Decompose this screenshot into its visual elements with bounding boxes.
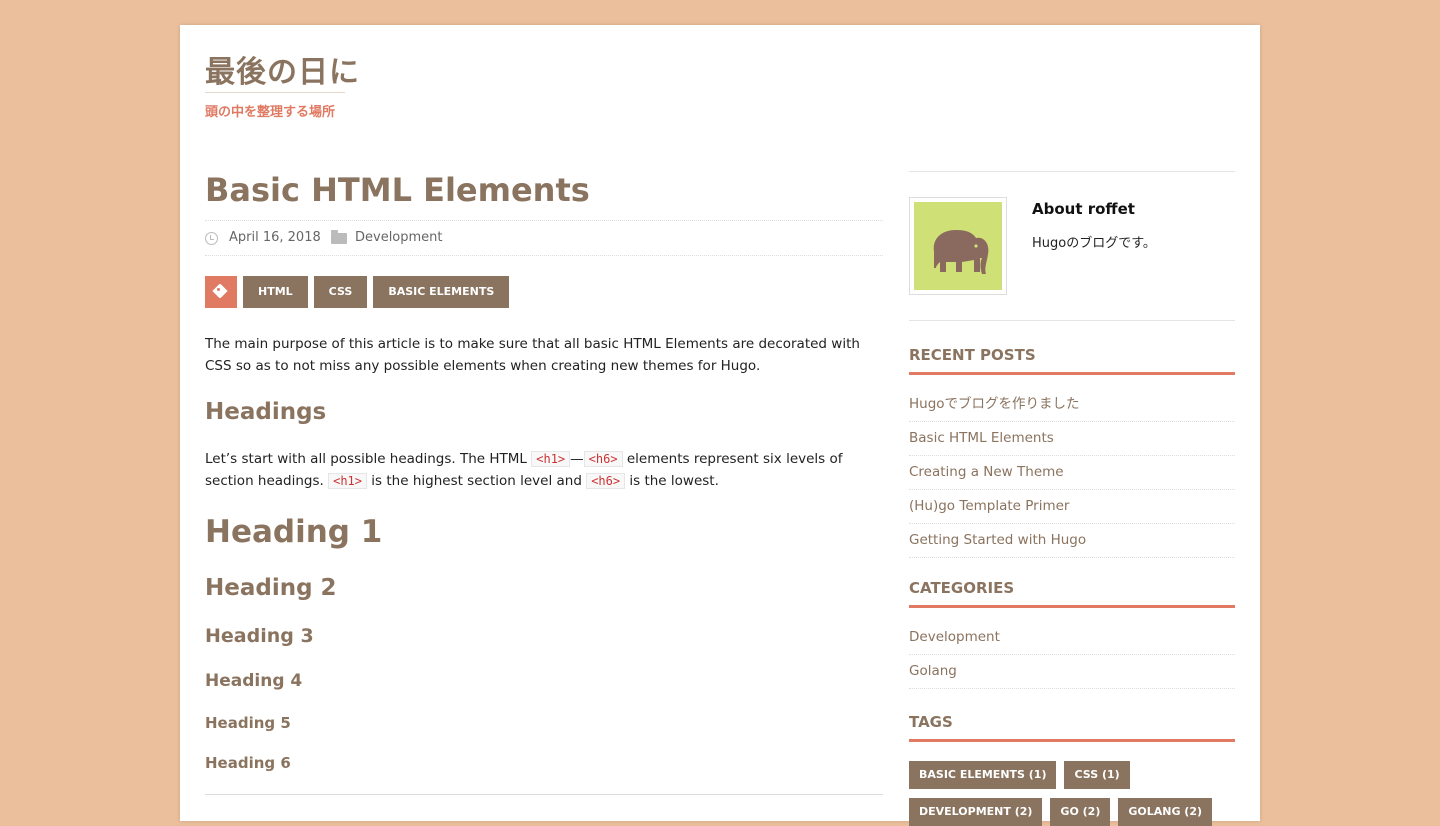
- avatar: [909, 197, 1007, 295]
- headings-paragraph: Let’s start with all possible headings. …: [205, 448, 885, 492]
- heading-5: Heading 5: [205, 714, 291, 732]
- recent-post-link[interactable]: (Hu)go Template Primer: [909, 490, 1235, 524]
- tag-link-html[interactable]: HTML: [243, 276, 308, 308]
- sidebar-divider: [909, 171, 1235, 172]
- recent-posts-title: RECENT POSTS: [909, 346, 1235, 375]
- text: is the highest section level and: [367, 473, 587, 489]
- site-tagline: 頭の中を整理する場所: [205, 105, 336, 120]
- post-date[interactable]: April 16, 2018: [229, 230, 321, 245]
- recent-posts-list: Hugoでブログを作りました Basic HTML Elements Creat…: [909, 388, 1235, 558]
- code-h1: <h1>: [328, 473, 368, 489]
- text: —: [570, 451, 584, 467]
- categories-title: CATEGORIES: [909, 579, 1235, 608]
- tag-link-css[interactable]: CSS: [313, 276, 368, 308]
- post-title[interactable]: Basic HTML Elements: [205, 171, 590, 209]
- divider: [205, 794, 883, 795]
- about-text: Hugoのブログです。: [1032, 236, 1156, 251]
- tag-cloud-link[interactable]: GO (2): [1050, 798, 1111, 826]
- recent-post-link[interactable]: Creating a New Theme: [909, 456, 1235, 490]
- heading-4: Heading 4: [205, 671, 303, 691]
- category-link[interactable]: Development: [909, 621, 1235, 655]
- title-divider: [205, 92, 345, 93]
- heading-6: Heading 6: [205, 754, 291, 772]
- elephant-icon: [914, 202, 1002, 290]
- tags-title: TAGS: [909, 713, 1235, 742]
- text: Let’s start with all possible headings. …: [205, 451, 532, 467]
- recent-post-link[interactable]: Hugoでブログを作りました: [909, 388, 1235, 422]
- about-title: About roffet: [1032, 200, 1135, 218]
- sidebar-divider: [909, 320, 1235, 321]
- text: is the lowest.: [625, 473, 719, 489]
- tag-cloud-link[interactable]: DEVELOPMENT (2): [909, 798, 1043, 826]
- heading-1: Heading 1: [205, 514, 383, 550]
- tag-icon: [205, 276, 237, 308]
- post-category-link[interactable]: Development: [355, 230, 443, 245]
- tag-link-basic-elements[interactable]: BASIC ELEMENTS: [373, 276, 510, 308]
- heading-2: Heading 2: [205, 575, 337, 601]
- site-title[interactable]: 最後の日に: [205, 47, 360, 91]
- page-container: 最後の日に 頭の中を整理する場所 Basic HTML Elements Apr…: [180, 25, 1260, 826]
- post-intro: The main purpose of this article is to m…: [205, 336, 860, 374]
- post-meta: April 16, 2018 Development: [205, 220, 883, 256]
- post-tags: HTML CSS BASIC ELEMENTS: [205, 276, 510, 308]
- recent-post-link[interactable]: Basic HTML Elements: [909, 422, 1235, 456]
- categories-list: Development Golang: [909, 621, 1235, 689]
- clock-icon: [205, 232, 218, 245]
- tag-cloud-link[interactable]: CSS (1): [1064, 761, 1130, 789]
- code-h1: <h1>: [531, 451, 571, 467]
- code-h6: <h6>: [586, 473, 626, 489]
- section-heading: Headings: [205, 399, 327, 425]
- recent-post-link[interactable]: Getting Started with Hugo: [909, 524, 1235, 558]
- tag-cloud-link[interactable]: BASIC ELEMENTS (1): [909, 761, 1057, 789]
- category-link[interactable]: Golang: [909, 655, 1235, 689]
- heading-3: Heading 3: [205, 625, 314, 647]
- tag-cloud-link[interactable]: GOLANG (2): [1118, 798, 1213, 826]
- tag-cloud: BASIC ELEMENTS (1) CSS (1) DEVELOPMENT (…: [909, 761, 1235, 826]
- code-h6: <h6>: [583, 451, 623, 467]
- folder-icon: [331, 230, 347, 244]
